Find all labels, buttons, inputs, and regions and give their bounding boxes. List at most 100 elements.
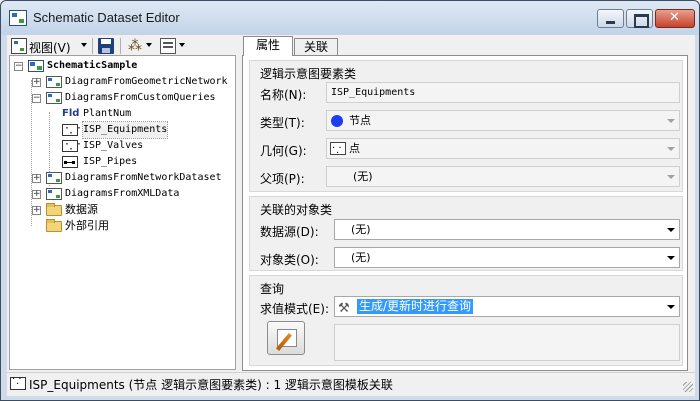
node-feature-class-icon [10, 374, 26, 390]
chevron-down-icon [667, 119, 675, 123]
tree-node-diagram[interactable]: + DiagramsFromXMLData [10, 186, 235, 202]
tree-node-diagram[interactable]: + DiagramFromGeometricNetwork [10, 74, 235, 90]
type-select[interactable]: 节点 [326, 110, 680, 131]
associated-object-class-group: 关联的对象类 数据源(D): (无) 对象类(O): (无) [249, 196, 683, 271]
splitter-handle[interactable] [237, 35, 241, 372]
save-icon[interactable] [98, 38, 114, 54]
folder-icon [46, 219, 62, 232]
minimize-button[interactable] [597, 9, 624, 28]
tree-node-field[interactable]: Fld PlantNum [10, 106, 235, 122]
tree-node-folder[interactable]: + 数据源 [10, 202, 235, 218]
expand-icon[interactable]: + [32, 190, 41, 199]
close-button[interactable] [655, 9, 695, 28]
tree-node-label: ISP_Equipments [81, 121, 169, 139]
link-feature-class-icon [62, 156, 78, 168]
tab-properties[interactable]: 属性 [243, 36, 293, 56]
properties-dropdown-arrow-icon[interactable] [179, 43, 185, 47]
resize-grip[interactable] [683, 382, 693, 392]
title-bar[interactable]: Schematic Dataset Editor [1, 1, 699, 35]
diagram-template-icon [46, 92, 62, 104]
chevron-down-icon [667, 228, 675, 232]
group-title: 查询 [260, 282, 285, 296]
chevron-down-icon [667, 305, 675, 309]
name-field[interactable]: ISP_Equipments [326, 82, 680, 103]
parent-label: 父项(P): [260, 172, 305, 186]
properties-panel: 逻辑示意图要素类 名称(N): ISP_Equipments 类型(T): 节点… [242, 55, 688, 371]
toolbar-separator [92, 38, 93, 54]
node-type-icon [331, 115, 343, 127]
dataset-tree[interactable]: − SchematicSample + DiagramFromGeometric… [9, 55, 236, 370]
tab-associations[interactable]: 关联 [294, 38, 338, 56]
eval-mode-select[interactable]: ⚒ 生成/更新时进行查询 [334, 296, 680, 317]
view-dropdown-arrow-icon[interactable] [81, 43, 87, 47]
tree-node-label: PlantNum [83, 108, 132, 119]
chevron-down-icon [667, 147, 675, 151]
tree-node-root[interactable]: − SchematicSample [10, 58, 235, 74]
tree-node-label: DiagramsFromCustomQueries [65, 92, 216, 103]
objectclass-select[interactable]: (无) [334, 247, 680, 268]
datasource-label: 数据源(D): [260, 225, 319, 239]
datasource-select[interactable]: (无) [334, 219, 680, 240]
window-title: Schematic Dataset Editor [33, 10, 180, 25]
tree-node-feature-class[interactable]: ISP_Pipes [10, 154, 235, 170]
query-group: 查询 求值模式(E): ⚒ 生成/更新时进行查询 [249, 275, 683, 366]
collapse-icon[interactable]: − [32, 94, 41, 103]
diagram-template-icon [46, 172, 62, 184]
diagram-template-icon [46, 188, 62, 200]
client-area: 视图(V) ⁂ − SchematicSample + DiagramFromG… [7, 35, 695, 396]
query-text-area[interactable] [334, 324, 680, 361]
chevron-down-icon [667, 256, 675, 260]
eval-mode-label: 求值模式(E): [260, 302, 329, 316]
parent-value: (无) [353, 170, 373, 183]
tree-node-folder[interactable]: 外部引用 [10, 218, 235, 234]
tree-node-label: 数据源 [65, 203, 98, 216]
tree-node-feature-class[interactable]: ISP_Valves [10, 137, 235, 158]
expand-icon[interactable]: + [32, 174, 41, 183]
tree-node-label: DiagramFromGeometricNetwork [65, 76, 228, 87]
type-label: 类型(T): [260, 116, 305, 130]
feature-class-group: 逻辑示意图要素类 名称(N): ISP_Equipments 类型(T): 节点… [249, 60, 683, 192]
tree-node-label: 外部引用 [65, 219, 109, 232]
properties-icon[interactable] [160, 38, 176, 54]
node-feature-class-icon [62, 137, 82, 158]
maximize-button[interactable] [626, 9, 653, 28]
tree-node-diagram[interactable]: − DiagramsFromCustomQueries [10, 90, 235, 106]
collapse-icon[interactable]: − [14, 62, 23, 71]
diagram-template-icon [46, 76, 62, 88]
point-geometry-icon [330, 139, 346, 163]
objectclass-label: 对象类(O): [260, 253, 319, 267]
schematic-dataset-icon [9, 10, 27, 26]
tree-node-diagram[interactable]: + DiagramsFromNetworkDataset [10, 170, 235, 186]
geometry-value: 点 [349, 142, 360, 155]
name-value: ISP_Equipments [331, 87, 416, 98]
view-icon[interactable] [11, 38, 27, 54]
tree-node-label: SchematicSample [47, 60, 138, 71]
parent-select[interactable]: (无) [326, 166, 680, 187]
datasource-value: (无) [351, 223, 371, 236]
status-text: ISP_Equipments (节点 逻辑示意图要素类) : 1 逻辑示意图模板… [29, 378, 393, 392]
group-title: 关联的对象类 [260, 203, 333, 217]
layout-icon[interactable]: ⁂ [127, 38, 143, 54]
tree-node-label: DiagramsFromNetworkDataset [65, 172, 222, 183]
expand-icon[interactable]: + [32, 206, 41, 215]
geometry-label: 几何(G): [260, 144, 307, 158]
toolbar-separator [120, 38, 121, 54]
geometry-select[interactable]: 点 [326, 138, 680, 163]
type-value: 节点 [349, 114, 371, 127]
tree-node-label: ISP_Pipes [83, 156, 138, 167]
eval-mode-value: 生成/更新时进行查询 [357, 299, 474, 314]
name-label: 名称(N): [260, 88, 307, 102]
tools-icon: ⚒ [338, 301, 350, 316]
field-icon: Fld [62, 108, 80, 119]
edit-query-button[interactable] [267, 321, 305, 355]
view-menu-button[interactable]: 视图(V) [29, 39, 71, 56]
objectclass-value: (无) [351, 251, 371, 264]
tree-node-label: ISP_Valves [83, 140, 144, 151]
tree-toolbar: 视图(V) ⁂ [7, 35, 237, 55]
expand-icon[interactable]: + [32, 78, 41, 87]
layout-dropdown-arrow-icon[interactable] [146, 43, 152, 47]
tree-node-feature-class-selected[interactable]: ISP_Equipments [10, 121, 235, 142]
schematic-dataset-icon [28, 60, 44, 72]
tree-node-label: DiagramsFromXMLData [65, 188, 180, 199]
editor-window: Schematic Dataset Editor 视图(V) ⁂ − Sc [0, 0, 700, 401]
